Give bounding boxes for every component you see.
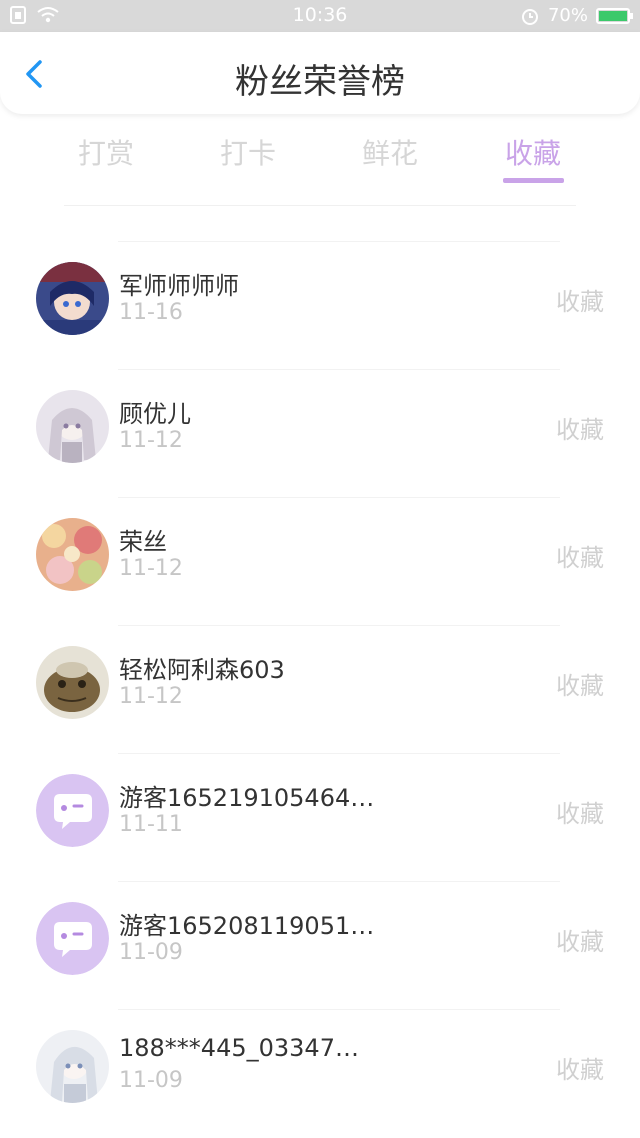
favorite-label: 收藏: [556, 800, 604, 828]
list-item[interactable]: 荣丝 11-12 收藏: [36, 497, 604, 625]
alarm-icon: [521, 8, 538, 25]
divider: [64, 205, 576, 206]
fan-name: 游客165208119051…: [119, 912, 375, 940]
favorite-label: 收藏: [556, 544, 604, 572]
header: 粉丝荣誉榜: [0, 32, 640, 114]
chat-bubble-icon: [36, 902, 109, 975]
list-item[interactable]: 军师师师师 11-16 收藏: [36, 241, 604, 369]
favorite-label: 收藏: [556, 928, 604, 956]
favorite-label: 收藏: [556, 672, 604, 700]
fan-date: 11-12: [119, 684, 183, 709]
page-title: 粉丝荣誉榜: [235, 62, 405, 102]
avatar[interactable]: [36, 774, 109, 847]
fan-name: 游客165219105464…: [119, 784, 375, 812]
battery-percent: 70%: [547, 5, 588, 26]
fan-name: 轻松阿利森603: [119, 656, 285, 684]
favorite-label: 收藏: [556, 416, 604, 444]
avatar[interactable]: [36, 646, 109, 719]
list-item[interactable]: 游客165208119051… 11-09 收藏: [36, 881, 604, 1009]
fan-name: 荣丝: [119, 528, 167, 556]
fan-list: 军师师师师 11-16 收藏 顾优儿 11-12 收藏 荣丝 11-12 收藏 …: [0, 241, 640, 1137]
list-item[interactable]: 游客165219105464… 11-11 收藏: [36, 753, 604, 881]
tab-flowers[interactable]: 鲜花: [330, 132, 450, 172]
avatar[interactable]: [36, 390, 109, 463]
list-item[interactable]: 188***445_03347… 11-09 收藏: [36, 1009, 604, 1137]
favorite-label: 收藏: [556, 288, 604, 316]
fan-date: 11-16: [119, 300, 183, 325]
avatar[interactable]: [36, 1030, 109, 1103]
status-right: 70%: [520, 5, 633, 26]
fan-date: 11-09: [119, 1068, 183, 1093]
chat-bubble-icon: [36, 774, 109, 847]
fan-date: 11-09: [119, 940, 183, 965]
fan-date: 11-11: [119, 812, 183, 837]
fan-name: 188***445_03347…: [119, 1034, 359, 1062]
list-item[interactable]: 轻松阿利森603 11-12 收藏: [36, 625, 604, 753]
tab-checkin[interactable]: 打卡: [188, 132, 308, 172]
battery-icon: [596, 7, 633, 24]
fan-name: 顾优儿: [119, 400, 191, 428]
avatar[interactable]: [36, 262, 109, 335]
fan-date: 11-12: [119, 428, 183, 453]
tab-active-indicator: [503, 178, 564, 183]
fan-name: 军师师师师: [119, 272, 239, 300]
favorite-label: 收藏: [556, 1056, 604, 1084]
tab-favorites[interactable]: 收藏: [473, 132, 593, 172]
tab-bar: 打赏 打卡 鲜花 收藏: [0, 126, 640, 190]
avatar[interactable]: [36, 902, 109, 975]
fan-date: 11-12: [119, 556, 183, 581]
status-bar: 10:36 70%: [0, 0, 640, 32]
tab-tip[interactable]: 打赏: [46, 132, 166, 172]
list-item[interactable]: 顾优儿 11-12 收藏: [36, 369, 604, 497]
avatar[interactable]: [36, 518, 109, 591]
